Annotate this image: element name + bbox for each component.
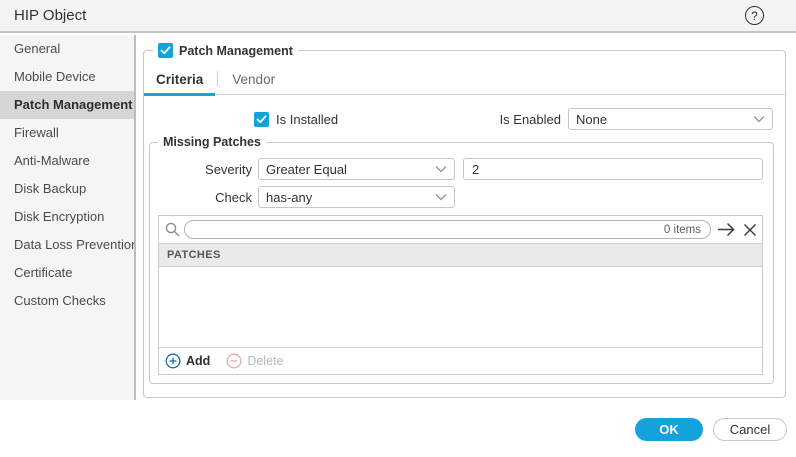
sidebar-item-firewall[interactable]: Firewall — [0, 119, 134, 147]
patches-search-row: 0 items — [159, 216, 762, 244]
severity-value-input[interactable] — [463, 158, 763, 180]
patch-management-group-label: Patch Management — [179, 44, 293, 58]
patches-column-header[interactable]: PATCHES — [159, 244, 762, 267]
missing-patches-group-label: Missing Patches — [158, 135, 266, 150]
tab-vendor-label: Vendor — [232, 72, 275, 87]
dialog-header: HIP Object ? — [0, 0, 796, 33]
patches-search-pill: 0 items — [184, 220, 711, 239]
add-button[interactable]: Add — [165, 353, 210, 369]
severity-operator-select[interactable]: Greater Equal — [258, 158, 455, 180]
installed-enabled-row: Is Installed Is Enabled None — [156, 108, 773, 130]
tab-separator — [217, 71, 218, 86]
plus-circle-icon — [165, 353, 181, 369]
sidebar-item-patch-management[interactable]: Patch Management — [0, 91, 134, 119]
cancel-button[interactable]: Cancel — [713, 418, 787, 441]
patch-management-enable-checkbox[interactable] — [158, 43, 173, 58]
is-enabled-value: None — [576, 112, 753, 127]
delete-button-label: Delete — [247, 354, 283, 368]
is-installed-group: Is Installed — [254, 112, 338, 127]
severity-label: Severity — [154, 162, 252, 177]
is-enabled-label: Is Enabled — [500, 112, 561, 127]
chevron-down-icon — [753, 115, 765, 123]
hip-object-dialog: HIP Object ? General Mobile Device Patch… — [0, 0, 796, 457]
help-icon[interactable]: ? — [745, 6, 764, 25]
sidebar-item-mobile-device[interactable]: Mobile Device — [0, 63, 134, 91]
is-enabled-select[interactable]: None — [568, 108, 773, 130]
sidebar-item-disk-backup[interactable]: Disk Backup — [0, 175, 134, 203]
is-installed-checkbox[interactable] — [254, 112, 269, 127]
sidebar-item-disk-encryption[interactable]: Disk Encryption — [0, 203, 134, 231]
check-icon — [256, 115, 267, 124]
add-button-label: Add — [186, 354, 210, 368]
close-icon — [743, 223, 757, 237]
check-label: Check — [154, 190, 252, 205]
chevron-down-icon — [435, 193, 447, 201]
sidebar-item-anti-malware[interactable]: Anti-Malware — [0, 147, 134, 175]
clear-filter-button[interactable] — [743, 223, 757, 237]
tab-criteria-label: Criteria — [156, 72, 203, 87]
sidebar-item-general[interactable]: General — [0, 35, 134, 63]
dialog-title: HIP Object — [14, 7, 86, 24]
is-enabled-group: Is Enabled None — [500, 108, 773, 130]
help-glyph: ? — [751, 9, 758, 23]
is-installed-label: Is Installed — [276, 112, 338, 127]
check-value: has-any — [266, 190, 435, 205]
patches-table-toolbar: Add Delete — [159, 347, 762, 374]
sidebar-item-certificate[interactable]: Certificate — [0, 259, 134, 287]
chevron-down-icon — [435, 165, 447, 173]
severity-operator-value: Greater Equal — [266, 162, 435, 177]
apply-filter-arrow-button[interactable] — [717, 222, 736, 237]
severity-row: Severity Greater Equal — [154, 158, 763, 180]
minus-circle-icon — [226, 353, 242, 369]
sidebar-item-data-loss-prevention[interactable]: Data Loss Prevention — [0, 231, 134, 259]
check-icon — [160, 46, 171, 55]
check-select[interactable]: has-any — [258, 186, 455, 208]
delete-button[interactable]: Delete — [226, 353, 283, 369]
ok-button[interactable]: OK — [635, 418, 703, 441]
missing-patches-group: Missing Patches Severity Greater Equal C… — [149, 142, 774, 384]
items-count-badge: 0 items — [664, 224, 701, 236]
sidebar: General Mobile Device Patch Management F… — [0, 35, 136, 400]
patch-management-group-legend: Patch Management — [153, 42, 298, 59]
patch-management-group: Patch Management Criteria Vendor — [143, 50, 786, 398]
check-row: Check has-any — [154, 186, 763, 208]
patches-search-input[interactable] — [193, 223, 664, 237]
sidebar-item-custom-checks[interactable]: Custom Checks — [0, 287, 134, 315]
dialog-footer: OK Cancel — [635, 418, 787, 441]
arrow-right-icon — [717, 222, 736, 237]
patches-table-body — [159, 267, 762, 347]
search-icon — [164, 221, 181, 238]
patches-table: 0 items — [158, 215, 763, 375]
main-panel: Patch Management Criteria Vendor — [136, 35, 796, 400]
